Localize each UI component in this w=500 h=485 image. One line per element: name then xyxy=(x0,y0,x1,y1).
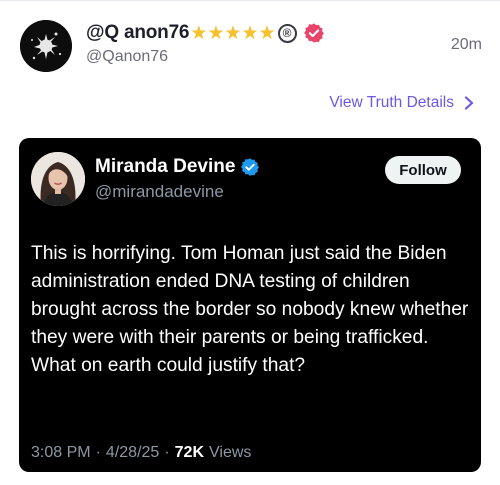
embedded-user-handle[interactable]: @mirandadevine xyxy=(95,182,224,202)
avatar-splash-image xyxy=(20,20,72,72)
star-icon: ★ xyxy=(224,22,242,44)
embedded-post-text: This is horrifying. Tom Homan just said … xyxy=(31,243,469,376)
top-divider xyxy=(0,0,500,1)
star-rating: ★ ★ ★ ★ ★ xyxy=(190,24,275,43)
post-time: 20m xyxy=(450,36,482,53)
star-icon: ★ xyxy=(190,22,208,44)
star-icon: ★ xyxy=(207,22,225,44)
verified-check-icon xyxy=(241,158,260,176)
details-link-label: View Truth Details xyxy=(329,94,454,111)
user-handle[interactable]: @Qanon76 xyxy=(86,48,168,66)
registered-mark: ® xyxy=(277,23,297,43)
follow-button[interactable]: Follow xyxy=(385,156,461,184)
star-icon: ★ xyxy=(258,22,276,44)
embedded-name-row: Miranda Devine xyxy=(95,156,260,178)
post-header: @Q anon76 ★ ★ ★ ★ ★ ® @Qanon76 20m xyxy=(20,18,482,74)
meta-separator: · xyxy=(95,444,101,461)
embedded-post-time[interactable]: 3:08 PM xyxy=(31,444,91,462)
embedded-post-meta: 3:08 PM · 4/28/25 · 72K Views xyxy=(31,444,251,462)
views-label: Views xyxy=(209,444,252,461)
user-avatar[interactable] xyxy=(20,20,72,72)
star-icon: ★ xyxy=(241,22,259,44)
display-name[interactable]: @Q anon76 xyxy=(86,22,190,44)
avatar-portrait-image xyxy=(31,152,85,206)
verified-badge-icon xyxy=(303,23,324,43)
embedded-post-date[interactable]: 4/28/25 xyxy=(106,444,159,462)
chevron-right-icon xyxy=(464,96,474,110)
name-row: @Q anon76 ★ ★ ★ ★ ★ ® xyxy=(86,20,325,46)
meta-separator: · xyxy=(164,444,170,461)
embedded-user-avatar[interactable] xyxy=(31,152,85,206)
view-truth-details-link[interactable]: View Truth Details xyxy=(329,94,474,112)
embedded-post-card[interactable]: Miranda Devine @mirandadevine Follow Thi… xyxy=(19,138,481,472)
embedded-display-name[interactable]: Miranda Devine xyxy=(95,156,235,178)
views-count: 72K xyxy=(174,444,204,461)
